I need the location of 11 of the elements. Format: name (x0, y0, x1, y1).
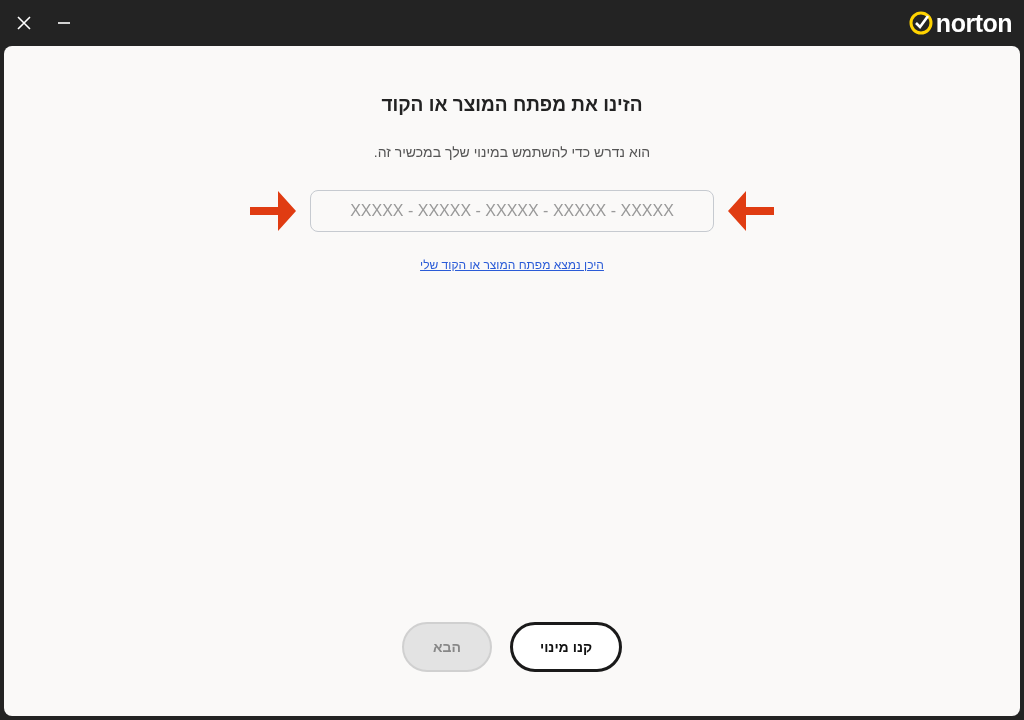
arrow-left-icon (728, 191, 774, 231)
product-key-field[interactable]: XXXXX - XXXXX - XXXXX - XXXXX - XXXXX (310, 190, 714, 232)
logo-text: norton (935, 8, 1012, 38)
buy-button[interactable]: קנו מינוי (510, 622, 622, 672)
page-title: הזינו את מפתח המוצר או הקוד (381, 94, 643, 116)
minimize-icon (58, 22, 70, 24)
arrow-right-icon (250, 191, 296, 231)
subtitle-text: הוא נדרש כדי להשתמש במינוי שלך במכשיר זה. (373, 144, 651, 160)
close-icon (16, 15, 32, 31)
check-circle-icon (908, 11, 933, 35)
help-link[interactable]: היכן נמצא מפתח המוצר או הקוד שלי (420, 258, 604, 272)
